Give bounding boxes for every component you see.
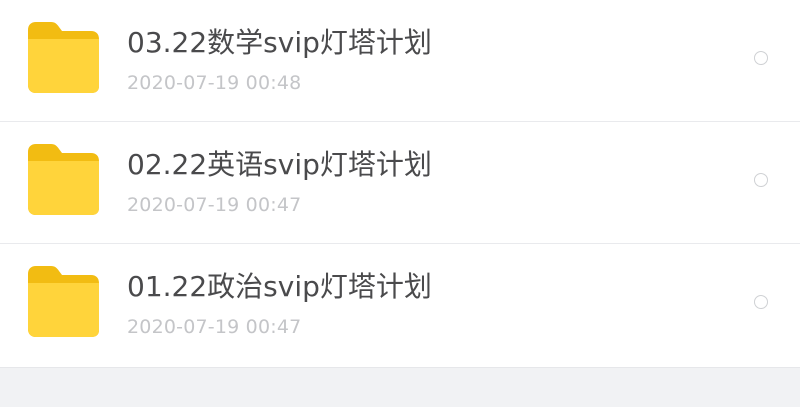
file-list-screen: 03.22数学svip灯塔计划 2020-07-19 00:48 02.22英语… <box>0 0 800 407</box>
folder-icon <box>27 264 100 338</box>
file-row-2[interactable]: 01.22政治svip灯塔计划 2020-07-19 00:47 <box>0 244 800 368</box>
select-radio[interactable] <box>754 173 768 187</box>
file-time: 2020-07-19 00:48 <box>127 72 302 94</box>
file-name: 01.22政治svip灯塔计划 <box>127 270 432 303</box>
file-list: 03.22数学svip灯塔计划 2020-07-19 00:48 02.22英语… <box>0 0 800 368</box>
file-name: 02.22英语svip灯塔计划 <box>127 148 432 181</box>
folder-icon <box>27 142 100 216</box>
file-name: 03.22数学svip灯塔计划 <box>127 26 432 59</box>
file-time: 2020-07-19 00:47 <box>127 316 302 338</box>
file-row-0[interactable]: 03.22数学svip灯塔计划 2020-07-19 00:48 <box>0 0 800 122</box>
select-radio[interactable] <box>754 295 768 309</box>
folder-icon <box>27 20 100 94</box>
file-time: 2020-07-19 00:47 <box>127 194 302 216</box>
select-radio[interactable] <box>754 51 768 65</box>
file-row-1[interactable]: 02.22英语svip灯塔计划 2020-07-19 00:47 <box>0 122 800 244</box>
